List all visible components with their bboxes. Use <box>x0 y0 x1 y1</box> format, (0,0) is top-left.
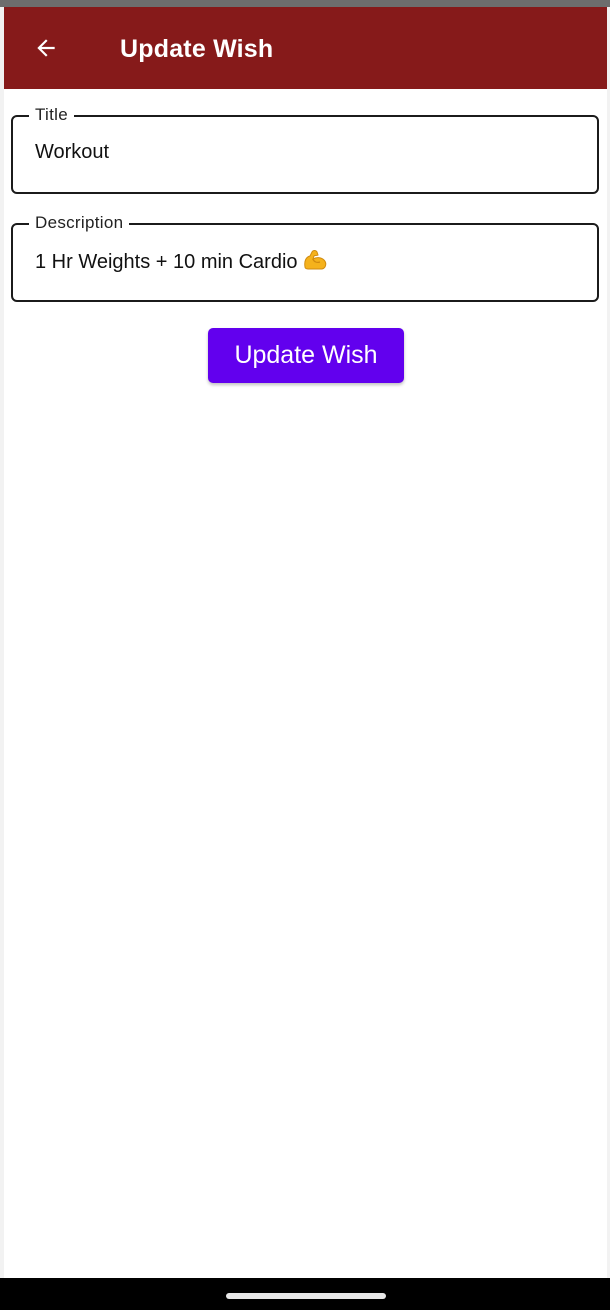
app-screen: Update Wish Title Workout Description 1 … <box>0 0 610 1310</box>
home-handle-icon[interactable] <box>226 1293 386 1299</box>
back-button[interactable] <box>26 28 66 68</box>
title-field-value[interactable]: Workout <box>35 139 109 165</box>
title-field[interactable]: Title Workout <box>11 105 599 194</box>
title-field-label: Title <box>29 105 74 125</box>
update-wish-button[interactable]: Update Wish <box>208 328 404 383</box>
description-field[interactable]: Description 1 Hr Weights + 10 min Cardio <box>11 213 599 302</box>
description-field-value: 1 Hr Weights + 10 min Cardio <box>35 251 298 273</box>
page-title: Update Wish <box>120 35 274 63</box>
description-field-label: Description <box>29 213 130 233</box>
app-surface: Update Wish Title Workout Description 1 … <box>4 7 607 1278</box>
system-navigation-bar <box>0 1278 610 1310</box>
arrow-back-icon <box>33 35 59 61</box>
top-app-bar: Update Wish <box>4 7 607 89</box>
flexed-biceps-icon <box>302 247 328 278</box>
description-field-text[interactable]: 1 Hr Weights + 10 min Cardio <box>35 247 328 278</box>
status-bar <box>0 0 610 7</box>
